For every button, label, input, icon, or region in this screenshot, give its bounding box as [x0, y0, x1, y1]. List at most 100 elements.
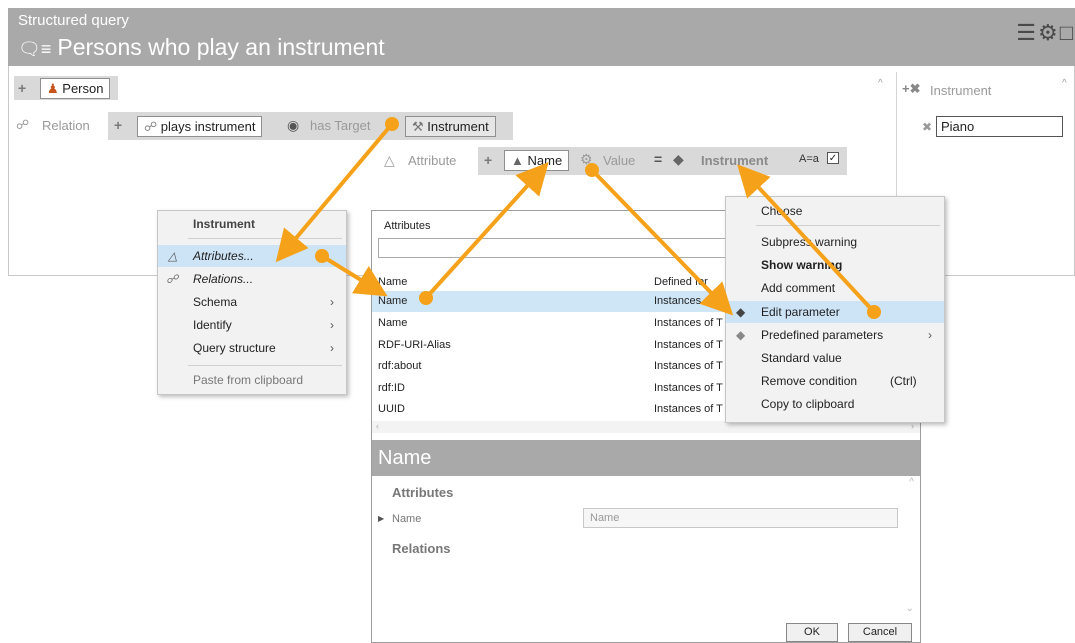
person-label: Person [62, 81, 104, 96]
chevron-right-icon: › [928, 328, 932, 342]
column-defined-for[interactable]: Defined for [654, 276, 708, 288]
menu-icon[interactable]: ☰ [1016, 20, 1038, 45]
menu-item-label: Show warning [761, 258, 843, 272]
instrument-chip[interactable]: ⚒ Instrument [405, 116, 496, 137]
case-checkbox[interactable]: ✓ [827, 152, 839, 164]
menu-item-standard-value[interactable]: Standard value [726, 347, 944, 369]
row-name: UUID [378, 403, 405, 415]
field-name-label: Name [392, 513, 422, 525]
menu-separator [756, 225, 940, 226]
row-name: Name [378, 317, 408, 329]
row-defined: Instances of T [654, 382, 723, 394]
table-row[interactable]: rdf:ID Instances of T [372, 378, 724, 399]
row-name: rdf:about [378, 360, 422, 372]
field-name-value[interactable]: Name [583, 508, 898, 528]
table-header: Name Defined for [372, 273, 724, 292]
menu-item-label: Remove condition [761, 374, 858, 388]
wrench-icon: ⚒ [412, 119, 424, 134]
remove-icon[interactable]: ✖ [922, 120, 932, 134]
menu-item-show-warning[interactable]: Show warning [726, 254, 944, 276]
right-instrument-label: Instrument [930, 83, 992, 98]
gear-icon[interactable]: ⚙ [1038, 20, 1060, 45]
menu-item-label: Edit parameter [761, 305, 840, 319]
filter-input[interactable] [378, 238, 728, 258]
tag-menu-icon: ◆ [736, 305, 746, 319]
query-icon: 🗨≡ [18, 39, 52, 59]
page-title-text: Persons who play an instrument [57, 34, 385, 60]
menu-item-label: Add comment [761, 281, 836, 295]
menu-separator [188, 238, 342, 239]
add-relation-icon[interactable]: + [114, 117, 122, 133]
table-row[interactable]: RDF-URI-Alias Instances of T [372, 335, 724, 356]
menu-item-label: Attributes... [193, 249, 254, 263]
name-chip-label: Name [527, 153, 563, 168]
column-name[interactable]: Name [378, 276, 407, 288]
plays-instrument-chip[interactable]: ☍ plays instrument [137, 116, 263, 137]
chevron-right-icon: › [330, 318, 334, 332]
menu-item-edit-parameter[interactable]: ◆ Edit parameter [726, 301, 944, 323]
table-row[interactable]: Name Instances of T [372, 291, 724, 312]
menu-item-subpress-warning[interactable]: Subpress warning [726, 231, 944, 253]
cancel-button[interactable]: Cancel [848, 623, 912, 642]
chevron-right-icon: › [330, 295, 334, 309]
menu-item-label: Identify [193, 318, 232, 332]
menu-item-label: Subpress warning [761, 235, 858, 249]
add-attribute-icon[interactable]: + [484, 152, 492, 168]
row-defined: Instances of T [654, 295, 723, 307]
person-icon: ♟ [47, 81, 59, 96]
menu-item-paste[interactable]: Paste from clipboard [158, 369, 346, 391]
piano-field[interactable]: Piano [936, 116, 1063, 137]
header-subtitle: Structured query [18, 12, 129, 29]
window-icon[interactable]: □ [1060, 20, 1075, 45]
menu-separator [188, 365, 342, 366]
menu-item-copy-clipboard[interactable]: Copy to clipboard [726, 393, 944, 415]
relation-link-icon: ☍ [144, 119, 158, 134]
menu-item-identify[interactable]: Identify › [158, 314, 346, 336]
instrument-value[interactable]: Instrument [701, 153, 768, 168]
menu-item-relations[interactable]: ☍ Relations... [158, 268, 346, 290]
instrument-chip-label: Instrument [427, 119, 489, 134]
detail-scroll-up[interactable]: ^ [909, 477, 914, 488]
table-row[interactable]: Name Instances of T [372, 313, 724, 334]
table-row[interactable]: rdf:about Instances of T [372, 356, 724, 377]
case-toggle-label: A=a [799, 153, 819, 165]
value-label: Value [603, 153, 636, 168]
menu-item-query-structure[interactable]: Query structure › [158, 337, 346, 359]
menu-item-label: Copy to clipboard [761, 397, 855, 411]
menu-item-label: Standard value [761, 351, 842, 365]
relation-icon: ☍ [16, 117, 30, 132]
scroll-up-icon[interactable]: ^ [878, 78, 883, 89]
gear-value-icon[interactable]: ⚙ [580, 151, 593, 168]
menu-item-remove-condition[interactable]: Remove condition (Ctrl) [726, 370, 944, 392]
add-remove-icon[interactable]: +✖ [902, 81, 920, 97]
section-attributes: Attributes [392, 485, 454, 500]
menu-item-label: Predefined parameters [761, 328, 884, 342]
triangle-icon: △ [168, 249, 178, 263]
detail-scroll-down[interactable]: ⌄ [906, 603, 914, 614]
menu-item-schema[interactable]: Schema › [158, 291, 346, 313]
person-chip[interactable]: ♟ Person [40, 78, 111, 99]
expand-icon[interactable]: ▶ [378, 514, 384, 523]
section-relations: Relations [392, 541, 451, 556]
row-defined: Instances of T [654, 317, 723, 329]
row-name: rdf:ID [378, 382, 405, 394]
menu-item-shortcut: (Ctrl) [890, 374, 917, 388]
attribute-triangle-icon: △ [384, 152, 395, 168]
add-icon[interactable]: + [18, 80, 26, 96]
menu-item-add-comment[interactable]: Add comment [726, 277, 944, 299]
plays-instrument-label: plays instrument [160, 119, 256, 134]
tag-icon: ◆ [673, 151, 684, 167]
name-chip[interactable]: ▲ Name [504, 150, 570, 171]
scroll-up-icon-right[interactable]: ^ [1062, 78, 1067, 89]
row-defined: Instances of T [654, 360, 723, 372]
row-name: Name [378, 295, 408, 307]
target-icon: ◉ [287, 117, 300, 133]
menu-item-choose[interactable]: Choose [726, 200, 944, 222]
value-context-menu: Choose Subpress warning Show warning Add… [725, 196, 945, 423]
equals-sign: = [654, 151, 663, 167]
menu-item-predefined-parameters[interactable]: ◆ Predefined parameters › [726, 324, 944, 346]
table-row[interactable]: UUID Instances of T [372, 399, 724, 420]
relation-menu-icon: ☍ [166, 272, 179, 286]
ok-button[interactable]: OK [786, 623, 838, 642]
menu-item-attributes[interactable]: △ Attributes... [158, 245, 346, 267]
